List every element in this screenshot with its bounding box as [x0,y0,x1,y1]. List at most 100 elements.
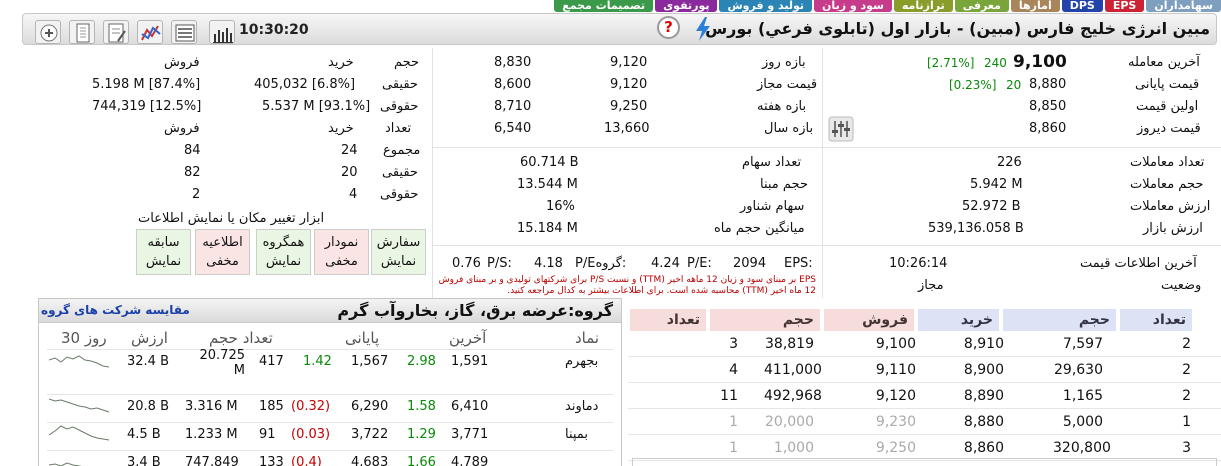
ob-cell-sell-volume[interactable]: 38,819 [764,336,814,352]
inv-header-sell: فروش [164,55,200,70]
ob-cell-buy-price[interactable]: 8,910 [954,336,1004,352]
pe-label: P/E: [687,256,712,271]
add-icon[interactable] [35,20,61,44]
ob-cell-sell-volume[interactable]: 492,968 [764,388,822,404]
tool-button-0[interactable]: سفارش نمایش [371,229,426,275]
group-cell-volume: 3.316 M [185,399,238,414]
inv-header-buy-count: خرید [328,121,354,136]
group-cell-last: 3,771 [451,427,489,442]
inv-legal-label: حقوقی [380,99,419,114]
ob-cell-buy-volume[interactable]: 7,597 [1053,336,1103,352]
ob-header-buy-price: خرید [918,309,999,331]
group-header-volume[interactable]: تعداد حجم [209,329,273,347]
ob-cell-sell-count[interactable]: 11 [688,388,738,404]
ob-cell-buy-count[interactable]: 3 [1181,440,1191,456]
edit-note-icon[interactable] [103,20,129,44]
group-header-last[interactable]: آخرین [449,329,486,347]
list-icon[interactable] [171,20,197,44]
tool-button-line2: نمایش [265,254,302,269]
compare-group-link[interactable]: مقایسه شرکت های گروه [41,303,190,317]
eps-label: EPS: [784,256,813,271]
ob-cell-buy-volume[interactable]: 29,630 [1053,362,1103,378]
group-cell-symbol[interactable]: بمپنا [565,427,588,442]
tab-6[interactable]: سود و زیان [814,0,892,12]
ob-cell-buy-count[interactable]: 2 [1181,362,1191,378]
ob-cell-sell-price[interactable]: 9,100 [866,336,916,352]
ob-cell-buy-volume[interactable]: 320,800 [1053,440,1111,456]
bar-chart-icon[interactable] [209,20,235,44]
week-range-label: بازه هفته [757,99,807,114]
order-book: تعداد حجم خرید فروش حجم تعداد 2 7,597 8,91… [628,306,1221,466]
last-update-label: آخرین اطلاعات قیمت [1080,256,1197,271]
tool-button-1[interactable]: نمودار مخفی [314,229,369,275]
group-row-divider [47,349,613,350]
group-header-value[interactable]: ارزش [131,329,168,347]
ob-cell-buy-count[interactable]: 2 [1181,336,1191,352]
ob-row-divider [628,408,1221,409]
tool-button-line1: سفارش [376,235,421,250]
ob-cell-buy-count[interactable]: 2 [1181,388,1191,404]
inv-real-count-label: حقیقی [382,165,418,180]
tool-button-3[interactable]: اطلاعیه مخفی [195,229,250,275]
close-price-change: 20 [1006,78,1022,92]
inv-total-label: مجموع [383,143,421,158]
ps-value: 0.76 [452,256,481,271]
tab-8[interactable]: پورتفوی [655,0,718,12]
ob-cell-sell-volume[interactable]: 1,000 [764,440,814,456]
tab-3[interactable]: امارها [1010,0,1060,12]
group-cell-value: 32.4 B [127,354,169,369]
ob-cell-buy-price[interactable]: 8,890 [954,388,1004,404]
inv-real-label: حقیقی [382,77,418,92]
ob-cell-sell-price[interactable]: 9,110 [866,362,916,378]
tab-5[interactable]: ترازنامه [893,0,953,12]
tab-4[interactable]: معرفی [954,0,1009,12]
group-header-symbol[interactable]: نماد [575,329,599,347]
group-cell-count: 133 [259,455,284,466]
tab-0[interactable]: سهامداران [1146,0,1221,12]
ob-cell-buy-volume[interactable]: 5,000 [1053,414,1103,430]
trades-count-label: تعداد معاملات [1130,155,1205,170]
ob-cell-sell-price[interactable]: 9,120 [866,388,916,404]
tab-9[interactable]: تصمیمات مجمع [554,0,654,12]
tab-1[interactable]: EPS [1104,0,1145,12]
group-header-close[interactable]: پایانی [345,329,379,347]
ob-cell-sell-count[interactable]: 3 [688,336,738,352]
group-cell-symbol[interactable]: بجهرم [565,354,598,369]
divider [432,147,1221,148]
inv-header-buy: خرید [328,55,354,70]
ob-cell-buy-price[interactable]: 8,900 [954,362,1004,378]
ob-cell-sell-price[interactable]: 9,230 [866,414,916,430]
equalizer-icon[interactable] [828,116,854,142]
first-price-label: اولین قیمت [1136,99,1199,114]
ob-cell-sell-count[interactable]: 1 [688,414,738,430]
group-cell-volume: 20.725 M [199,348,246,378]
ob-cell-sell-volume[interactable]: 20,000 [764,414,814,430]
top-tabs: سهامداران EPS DPS امارها معرفی ترازنامه سود و … [222,0,1221,12]
tools-caption: ابزار تغییر مکان یا نمایش اطلاعات [138,211,325,226]
group-cell-symbol[interactable]: دماوند [565,399,598,414]
ob-cell-sell-count[interactable]: 1 [688,440,738,456]
network-chart-icon[interactable] [137,20,163,44]
last-update-value: 10:26:14 [889,256,948,271]
group-cell-value: 4.5 B [127,427,161,442]
close-price-label: قیمت پایانی [1135,77,1200,92]
tool-button-4[interactable]: سابقه نمایش [136,229,191,275]
ob-cell-buy-price[interactable]: 8,860 [954,440,1004,456]
ob-cell-sell-count[interactable]: 4 [688,362,738,378]
ob-cell-buy-volume[interactable]: 1,165 [1053,388,1103,404]
tab-2[interactable]: DPS [1061,0,1103,12]
tab-7[interactable]: تولید و فروش [719,0,813,12]
ob-cell-buy-price[interactable]: 8,880 [954,414,1004,430]
group-header-30days[interactable]: 30 روز [61,329,107,347]
tool-button-2[interactable]: همگروه نمایش [256,229,311,275]
ob-cell-sell-volume[interactable]: 411,000 [764,362,822,378]
lightning-icon[interactable] [693,16,713,42]
inv-legal-count-label: حقوقی [380,187,419,202]
group-cell-last: 1,591 [451,354,489,369]
document-icon[interactable] [69,20,95,44]
ratios-note: EPS بر مبنای سود و زیان 12 ماهه اخیر (TT… [438,275,816,296]
group-row-divider [47,394,613,395]
ob-cell-buy-count[interactable]: 1 [1181,414,1191,430]
ob-cell-sell-price[interactable]: 9,250 [866,440,916,456]
help-icon[interactable]: ? [657,16,680,39]
